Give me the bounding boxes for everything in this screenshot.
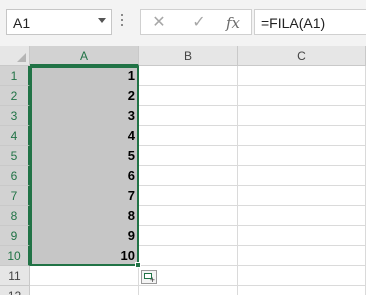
formula-bar-area: A1 ✕ ✓ fx =FILA(A1) <box>0 0 366 46</box>
cancel-x-icon[interactable]: ✕ <box>147 13 171 33</box>
row-header[interactable]: 7 <box>0 186 30 206</box>
cell-b4[interactable] <box>139 126 238 146</box>
cell-c10[interactable] <box>238 246 366 266</box>
column-header-a[interactable]: A <box>30 46 139 66</box>
cell-b9[interactable] <box>139 226 238 246</box>
row-header[interactable]: 1 <box>0 66 30 86</box>
select-all-button[interactable] <box>0 46 30 66</box>
cell-b2[interactable] <box>139 86 238 106</box>
cell-a10[interactable]: 10 <box>30 246 139 266</box>
row-header[interactable]: 8 <box>0 206 30 226</box>
row-header[interactable]: 11 <box>0 266 30 286</box>
formula-input[interactable]: =FILA(A1) <box>254 9 366 35</box>
row-header[interactable]: 9 <box>0 226 30 246</box>
name-box-value: A1 <box>13 15 31 31</box>
cell-b5[interactable] <box>139 146 238 166</box>
fill-handle[interactable] <box>135 262 141 268</box>
cell-c8[interactable] <box>238 206 366 226</box>
cell-a1[interactable]: 1 <box>30 66 139 86</box>
cell-a9[interactable]: 9 <box>30 226 139 246</box>
cell-c12[interactable] <box>238 286 366 295</box>
cell-c2[interactable] <box>238 86 366 106</box>
cell-c11[interactable] <box>238 266 366 286</box>
cell-a6[interactable]: 6 <box>30 166 139 186</box>
column-header-b[interactable]: B <box>139 46 238 66</box>
formula-text: =FILA(A1) <box>261 15 326 31</box>
cell-c5[interactable] <box>238 146 366 166</box>
cell-c4[interactable] <box>238 126 366 146</box>
cell-c3[interactable] <box>238 106 366 126</box>
row-header[interactable]: 6 <box>0 166 30 186</box>
cell-b7[interactable] <box>139 186 238 206</box>
quick-analysis-icon[interactable]: + <box>141 270 157 285</box>
cell-b12[interactable] <box>139 286 238 295</box>
cell-c6[interactable] <box>238 166 366 186</box>
row-header[interactable]: 10 <box>0 246 30 266</box>
cell-b8[interactable] <box>139 206 238 226</box>
row-header[interactable]: 4 <box>0 126 30 146</box>
cell-c1[interactable] <box>238 66 366 86</box>
cell-a12[interactable] <box>30 286 139 295</box>
row-header[interactable]: 12 <box>0 286 30 295</box>
cell-b10[interactable] <box>139 246 238 266</box>
cell-a3[interactable]: 3 <box>30 106 139 126</box>
cell-b1[interactable] <box>139 66 238 86</box>
cell-a2[interactable]: 2 <box>30 86 139 106</box>
cell-b6[interactable] <box>139 166 238 186</box>
name-box[interactable]: A1 <box>6 9 112 35</box>
check-icon[interactable]: ✓ <box>187 13 211 33</box>
cell-a5[interactable]: 5 <box>30 146 139 166</box>
cell-a4[interactable]: 4 <box>30 126 139 146</box>
cell-a8[interactable]: 8 <box>30 206 139 226</box>
row-header[interactable]: 3 <box>0 106 30 126</box>
cell-a11[interactable] <box>30 266 139 286</box>
insert-function-icon[interactable]: fx <box>221 13 245 33</box>
chevron-down-icon[interactable] <box>98 18 106 23</box>
cell-a7[interactable]: 7 <box>30 186 139 206</box>
column-header-c[interactable]: C <box>238 46 366 66</box>
cell-b3[interactable] <box>139 106 238 126</box>
row-header[interactable]: 2 <box>0 86 30 106</box>
drag-handle-icon[interactable] <box>121 14 124 30</box>
formula-buttons: ✕ ✓ fx <box>140 9 252 35</box>
cell-c9[interactable] <box>238 226 366 246</box>
cell-c7[interactable] <box>238 186 366 206</box>
row-header[interactable]: 5 <box>0 146 30 166</box>
